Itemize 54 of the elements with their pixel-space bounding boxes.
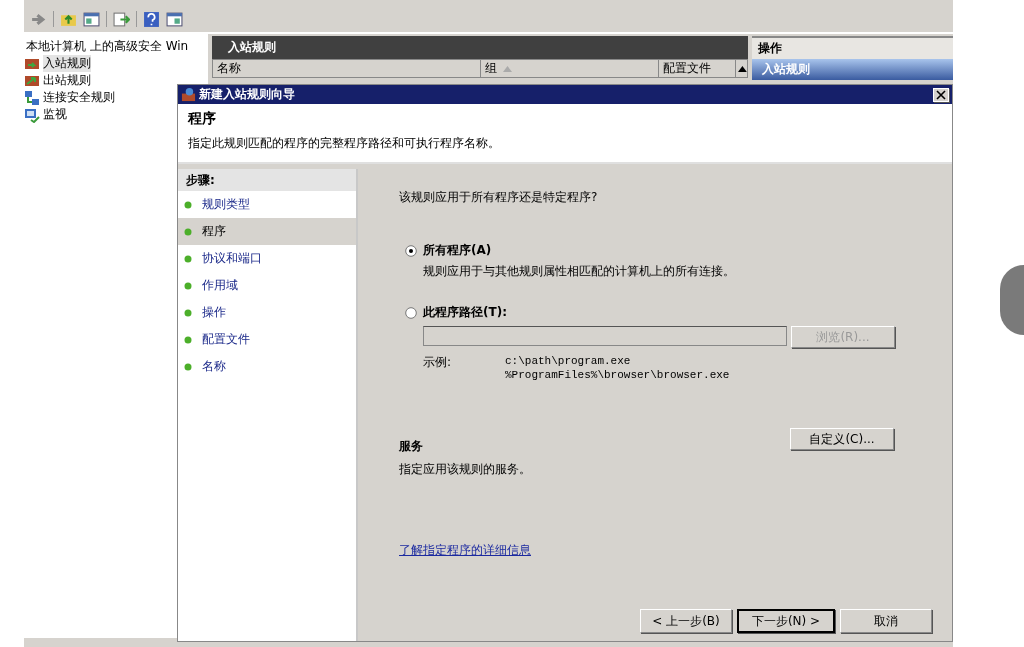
- pane-title: 操作: [752, 36, 953, 59]
- cancel-button[interactable]: 取消: [840, 609, 932, 633]
- step-bullet-icon: [184, 335, 192, 344]
- section-description: 指定应用该规则的服务。: [399, 461, 532, 478]
- step-item[interactable]: 作用域: [178, 272, 356, 299]
- page-heading: 程序: [188, 110, 217, 128]
- connection-rule-icon: [24, 89, 40, 106]
- step-item[interactable]: 名称: [178, 353, 356, 380]
- example-path: %ProgramFiles%\browser\browser.exe: [505, 368, 730, 382]
- page-description: 指定此规则匹配的程序的完整程序路径和可执行程序名称。: [188, 135, 501, 152]
- help-icon[interactable]: [143, 10, 160, 28]
- panel-window-icon[interactable]: [166, 10, 183, 28]
- step-item[interactable]: 配置文件: [178, 326, 356, 353]
- panel-window-icon[interactable]: [83, 10, 100, 28]
- column-header[interactable]: 组: [480, 60, 659, 77]
- example-label: 示例:: [423, 354, 453, 371]
- radio-label[interactable]: 所有程序(A): [423, 242, 492, 259]
- step-bullet-icon: [184, 200, 192, 209]
- step-bullet-icon: [184, 254, 192, 263]
- customize-button[interactable]: 自定义(C)...: [790, 428, 894, 450]
- question-text: 该规则应用于所有程序还是特定程序?: [399, 189, 599, 206]
- step-item[interactable]: 规则类型: [178, 191, 356, 218]
- tree-root-item[interactable]: 本地计算机 上的高级安全 Win: [26, 38, 189, 55]
- export-list-icon[interactable]: [113, 10, 130, 28]
- step-bullet-icon: [184, 362, 192, 371]
- tree-item[interactable]: 连接安全规则: [43, 89, 115, 106]
- step-item[interactable]: 协议和端口: [178, 245, 356, 272]
- tree-item[interactable]: 监视: [43, 106, 67, 123]
- next-button[interactable]: 下一步(N) >: [737, 609, 835, 633]
- steps-title: 步骤:: [178, 169, 356, 191]
- section-title: 服务: [399, 438, 424, 455]
- step-bullet-icon: [184, 281, 192, 290]
- pane-title: 入站规则: [212, 36, 748, 59]
- radio-button[interactable]: [405, 244, 417, 257]
- column-header[interactable]: 名称: [213, 60, 481, 77]
- example-path: c:\path\program.exe: [505, 354, 632, 368]
- radio-label[interactable]: 此程序路径(T):: [423, 304, 507, 321]
- step-bullet-icon: [184, 227, 192, 236]
- monitor-icon: [24, 106, 40, 123]
- option-description: 规则应用于与其他规则属性相匹配的计算机上的所有连接。: [423, 263, 736, 280]
- tree-item[interactable]: 入站规则: [43, 55, 91, 72]
- tree-item[interactable]: 出站规则: [43, 72, 91, 89]
- radio-button[interactable]: [405, 306, 417, 319]
- step-bullet-icon: [184, 308, 192, 317]
- help-link[interactable]: 了解指定程序的详细信息: [399, 542, 531, 559]
- scroll-up-icon[interactable]: [738, 65, 747, 72]
- close-button[interactable]: [933, 87, 949, 102]
- dialog-title: 新建入站规则向导: [199, 86, 296, 103]
- firewall-icon: [181, 87, 196, 102]
- back-button[interactable]: < 上一步(B): [640, 609, 732, 633]
- column-header[interactable]: 配置文件: [658, 60, 737, 77]
- step-item[interactable]: 操作: [178, 299, 356, 326]
- step-item[interactable]: 程序: [178, 218, 356, 245]
- close-icon: [936, 89, 946, 100]
